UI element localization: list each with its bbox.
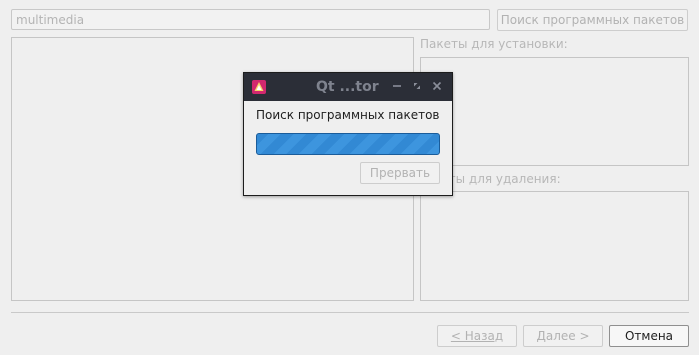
install-packages-list[interactable] (420, 57, 689, 166)
install-packages-label: Пакеты для установки: (420, 37, 568, 51)
cancel-button[interactable]: Отмена (609, 325, 689, 347)
search-packages-button-label: Поиск программных пакетов (500, 13, 685, 27)
dialog-title: Qt ...tor (316, 79, 379, 95)
abort-button[interactable]: Прервать (360, 162, 440, 184)
next-button-label: Далее > (536, 329, 590, 343)
qt-maintenance-tool-icon (252, 80, 266, 94)
back-button[interactable]: < Назад (437, 325, 517, 347)
dialog-message: Поиск программных пакетов (256, 108, 440, 122)
minimize-icon[interactable] (390, 79, 404, 93)
search-progress-bar (256, 133, 440, 155)
remove-packages-list[interactable] (420, 191, 689, 301)
cancel-button-label: Отмена (624, 329, 674, 343)
search-input[interactable]: multimedia (11, 9, 490, 30)
search-progress-dialog: Qt ...tor Поиск программных пакетов Прер… (243, 72, 453, 196)
search-input-value: multimedia (16, 13, 85, 27)
bottom-separator (11, 312, 689, 313)
close-icon[interactable] (430, 79, 444, 93)
back-button-label: < Назад (450, 329, 504, 343)
next-button[interactable]: Далее > (523, 325, 603, 347)
search-packages-button[interactable]: Поиск программных пакетов (497, 9, 688, 31)
abort-button-label: Прервать (369, 166, 431, 180)
restore-icon[interactable] (410, 79, 424, 93)
dialog-titlebar[interactable]: Qt ...tor (244, 73, 452, 101)
